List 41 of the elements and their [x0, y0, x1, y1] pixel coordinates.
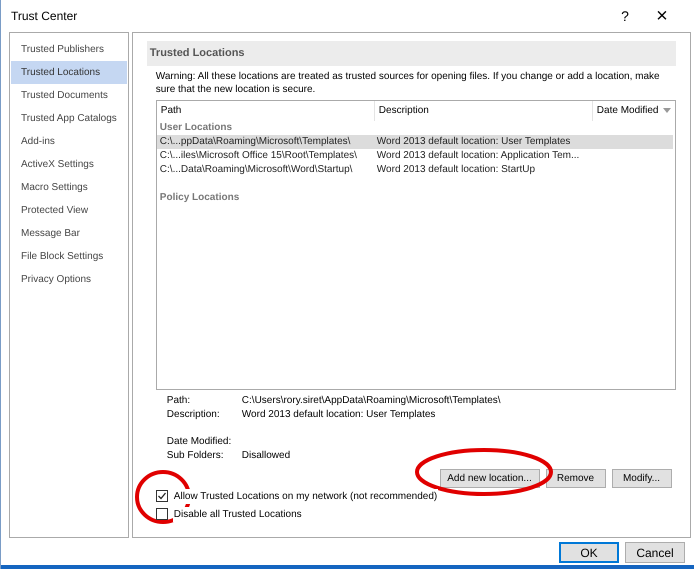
sidebar-item[interactable]: Privacy Options: [11, 268, 127, 291]
table-row[interactable]: C:\...Data\Roaming\Microsoft\Word\Startup\ Word 2013 default location: StartUp: [156, 162, 672, 176]
dialog-button[interactable]: Cancel: [625, 542, 685, 563]
group-header: User Locations: [158, 120, 234, 134]
close-button[interactable]: ×: [640, 6, 684, 26]
detail-value: C:\Users\rory.siret\AppData\Roaming\Microsoft\Templates\: [242, 394, 501, 408]
sort-arrow-icon: [662, 108, 670, 113]
checkbox[interactable]: [156, 508, 168, 520]
dialog-button[interactable]: OK: [559, 542, 619, 563]
group-header: Policy Locations: [158, 190, 240, 204]
column-header[interactable]: Path: [156, 100, 375, 120]
checkbox-label: Allow Trusted Locations on my network (not recommended): [172, 488, 438, 504]
detail-value: Word 2013 default location: User Templates: [242, 408, 436, 422]
sidebar-item[interactable]: Add-ins: [11, 130, 127, 153]
detail-value: Disallowed: [242, 448, 290, 462]
table-row[interactable]: C:\...ppData\Roaming\Microsoft\Templates\ Word 2013 default location: User Templates: [156, 134, 672, 148]
sidebar-item[interactable]: Trusted Locations: [11, 61, 127, 84]
detail-label: Description:: [166, 408, 221, 422]
action-button[interactable]: Remove: [546, 468, 606, 488]
detail-label: Path:: [166, 394, 192, 408]
table-row[interactable]: C:\...iles\Microsoft Office 15\Root\Templates\ Word 2013 default location: Application Tem...: [156, 148, 672, 162]
sidebar-item[interactable]: Trusted Publishers: [11, 38, 127, 61]
detail-label: Sub Folders:: [166, 448, 224, 462]
help-button[interactable]: ?: [610, 6, 640, 26]
sidebar-item[interactable]: ActiveX Settings: [11, 153, 127, 176]
sidebar-item[interactable]: Protected View: [11, 199, 127, 222]
sidebar-item[interactable]: File Block Settings: [11, 245, 127, 268]
column-header[interactable]: Description: [374, 100, 593, 120]
warning-text: Warning: All these locations are treated as trusted sources for opening files. If you change or add a location, make sure that the new location is secure.: [154, 70, 661, 96]
section-header: Trusted Locations: [146, 41, 676, 66]
sidebar-item[interactable]: Message Bar: [11, 222, 127, 245]
checkbox-label: Disable all Trusted Locations: [172, 506, 303, 522]
checkbox[interactable]: [156, 490, 168, 502]
action-button[interactable]: Add new location...: [440, 468, 540, 488]
action-button[interactable]: Modify...: [612, 468, 672, 488]
sidebar-item[interactable]: Trusted Documents: [11, 84, 127, 107]
sidebar-item[interactable]: Macro Settings: [11, 176, 127, 199]
column-header[interactable]: Date Modified: [592, 100, 674, 120]
detail-label: Date Modified:: [166, 434, 232, 448]
window-title: Trust Center: [11, 8, 78, 25]
sidebar-item[interactable]: Trusted App Catalogs: [11, 107, 127, 130]
